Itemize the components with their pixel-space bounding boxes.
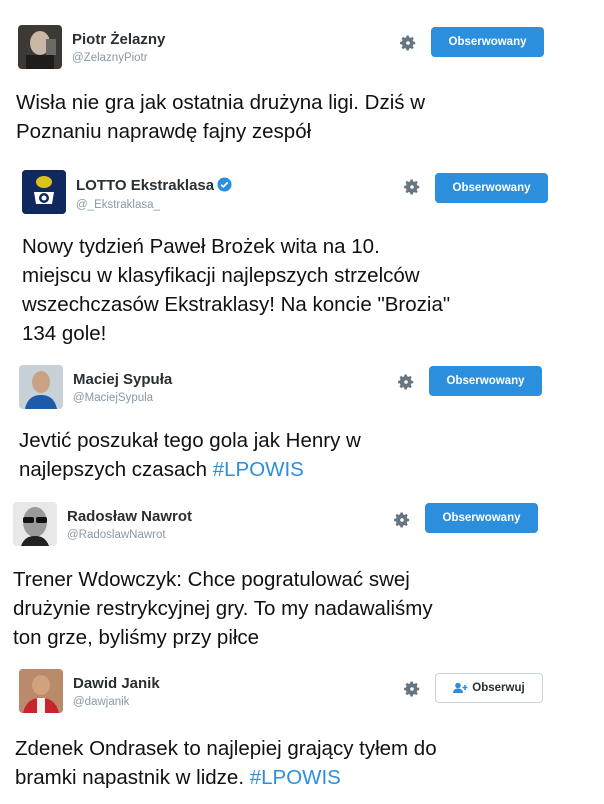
author-name[interactable]: LOTTO Ekstraklasa: [76, 177, 232, 194]
follow-button-label: Obserwuj: [472, 682, 525, 694]
add-user-icon: [453, 682, 468, 693]
tweet-card: Dawid Janik @dawjanik Obserwuj Zdenek On…: [0, 655, 604, 804]
tweet-text-line: najlepszych czasach: [19, 458, 213, 481]
avatar[interactable]: [19, 669, 63, 713]
gear-icon[interactable]: [403, 680, 421, 698]
author-name[interactable]: Radosław Nawrot: [67, 508, 192, 525]
following-button[interactable]: Obserwowany: [435, 173, 548, 203]
avatar[interactable]: [18, 25, 62, 69]
author-handle[interactable]: @dawjanik: [73, 696, 129, 708]
tweet-text: Zdenek Ondrasek to najlepiej grający tył…: [15, 734, 437, 792]
author-handle[interactable]: @_Ekstraklasa_: [76, 199, 160, 211]
avatar[interactable]: [13, 502, 57, 546]
tweet-text-line: Nowy tydzień Paweł Brożek wita na 10.: [22, 235, 380, 258]
tweet-text: Trener Wdowczyk: Chce pogratulować swej d…: [13, 565, 433, 652]
tweet-text-line: bramki napastnik w lidze.: [15, 766, 250, 789]
tweet-text: Jevtić poszukał tego gola jak Henry w naj…: [19, 426, 361, 484]
following-button[interactable]: Obserwowany: [429, 366, 542, 396]
tweet-card: Piotr Żelazny @ZelaznyPiotr Obserwowany …: [0, 0, 604, 160]
following-button[interactable]: Obserwowany: [431, 27, 544, 57]
tweet-card: Radosław Nawrot @RadoslawNawrot Obserwow…: [0, 490, 604, 655]
author-name[interactable]: Piotr Żelazny: [72, 31, 165, 48]
tweet-text-line: ton grze, byliśmy przy piłce: [13, 626, 260, 649]
tweet-text-line: Jevtić poszukał tego gola jak Henry w: [19, 429, 361, 452]
tweet-text-line: drużynie restrykcyjnej gry. To my nadawa…: [13, 597, 433, 620]
following-button[interactable]: Obserwowany: [425, 503, 538, 533]
verified-badge-icon: [217, 177, 232, 192]
hashtag-link[interactable]: #LPOWIS: [250, 766, 341, 789]
tweet-text-line: Poznaniu naprawdę fajny zespół: [16, 120, 312, 143]
tweet-text-line: Zdenek Ondrasek to najlepiej grający tył…: [15, 737, 437, 760]
tweet-text-line: miejscu w klasyfikacji najlepszych strze…: [22, 264, 420, 287]
hashtag-link[interactable]: #LPOWIS: [213, 458, 304, 481]
gear-icon[interactable]: [397, 373, 415, 391]
tweet-text: Nowy tydzień Paweł Brożek wita na 10. mie…: [22, 232, 450, 348]
avatar[interactable]: [22, 170, 66, 214]
follow-button[interactable]: Obserwuj: [435, 673, 543, 703]
tweet-text: Wisła nie gra jak ostatnia drużyna ligi.…: [16, 88, 425, 146]
tweet-card: LOTTO Ekstraklasa @_Ekstraklasa_ Obserwo…: [0, 160, 604, 350]
author-handle[interactable]: @ZelaznyPiotr: [72, 52, 148, 64]
gear-icon[interactable]: [393, 511, 411, 529]
author-handle[interactable]: @MaciejSypula: [73, 392, 153, 404]
tweet-text-line: wszechczasów Ekstraklasy! Na koncie "Bro…: [22, 293, 451, 316]
gear-icon[interactable]: [403, 178, 421, 196]
avatar[interactable]: [19, 365, 63, 409]
tweet-card: Maciej Sypuła @MaciejSypula Obserwowany …: [0, 350, 604, 490]
author-handle[interactable]: @RadoslawNawrot: [67, 529, 166, 541]
tweet-text-line: 134 gole!: [22, 322, 107, 345]
author-name[interactable]: Maciej Sypuła: [73, 371, 172, 388]
gear-icon[interactable]: [399, 34, 417, 52]
tweet-text-line: Trener Wdowczyk: Chce pogratulować swej: [13, 568, 410, 591]
author-name[interactable]: Dawid Janik: [73, 675, 160, 692]
author-name-text: LOTTO Ekstraklasa: [76, 177, 215, 194]
tweet-text-line: Wisła nie gra jak ostatnia drużyna ligi.…: [16, 91, 426, 114]
